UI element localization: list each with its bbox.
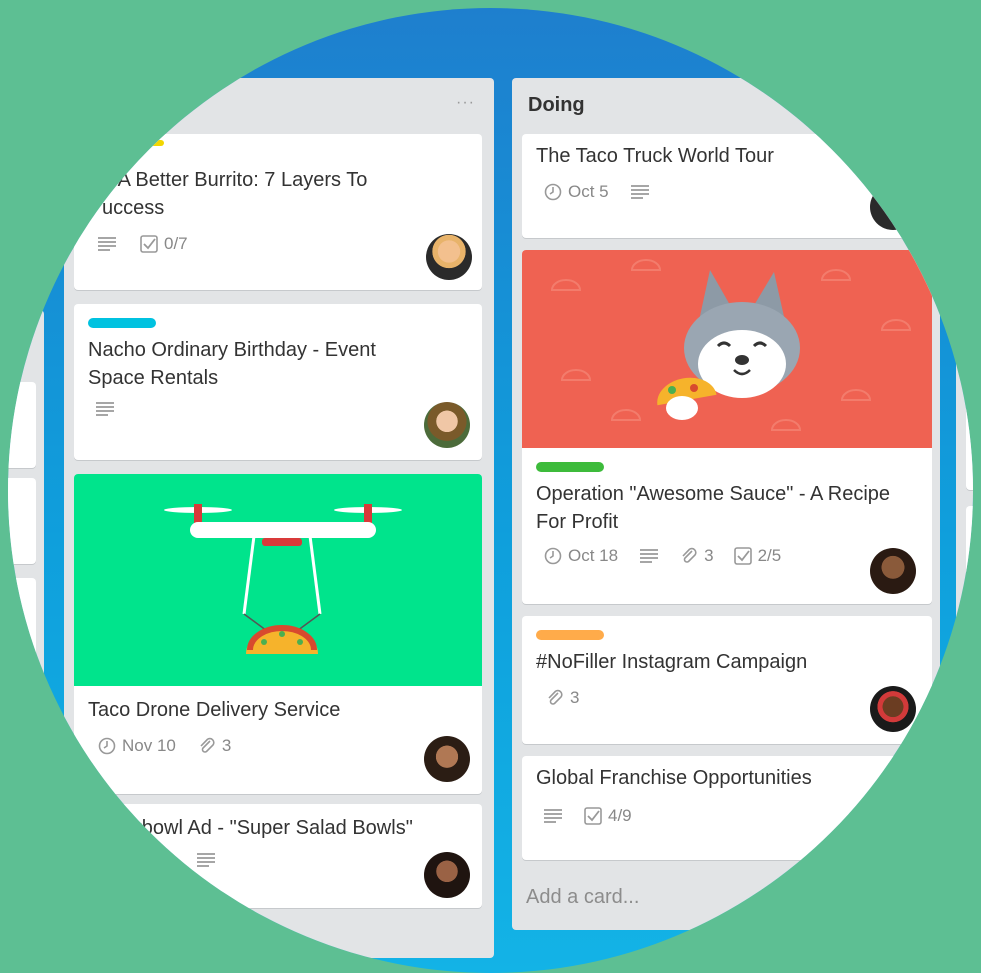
avatar[interactable] <box>870 548 916 594</box>
card-partial[interactable] <box>8 478 36 564</box>
list-doing: Doing The Taco Truck World Tour Oct 5 Op… <box>512 78 940 930</box>
description-icon <box>197 853 216 867</box>
avatar[interactable] <box>424 736 470 782</box>
card-title: erbowl Ad - "Super Salad Bowls" <box>124 817 413 839</box>
clock-icon <box>544 183 562 201</box>
attachment-icon <box>682 547 697 563</box>
card-burrito[interactable]: d A Better Burrito: 7 Layers To uccess 0… <box>74 134 482 290</box>
badges: 4/9 <box>544 806 632 826</box>
card-title: Taco Drone Delivery Service <box>88 699 341 721</box>
description-icon <box>630 185 649 199</box>
card-superbowl[interactable]: erbowl Ad - "Super Salad Bowls" 2 <box>74 804 482 908</box>
avatar[interactable] <box>870 184 916 230</box>
card-nacho[interactable]: Nacho Ordinary Birthday - Event Space Re… <box>74 304 482 460</box>
clock-icon <box>98 737 116 755</box>
card-title: Nacho Ordinary Birthday - Event Space Re… <box>88 339 376 389</box>
avatar[interactable] <box>424 402 470 448</box>
card-partial[interactable] <box>966 380 973 490</box>
avatar[interactable] <box>426 234 472 280</box>
card-title: Operation "Awesome Sauce" - A Recipe For… <box>536 483 891 533</box>
checklist-icon <box>584 807 602 825</box>
attachment-icon <box>200 737 215 753</box>
card-instagram[interactable]: #NoFiller Instagram Campaign 3 <box>522 616 932 744</box>
avatar[interactable] <box>424 852 470 898</box>
card-franchise[interactable]: Global Franchise Opportunities 4/9 <box>522 756 932 860</box>
add-card-button[interactable]: Add a card... <box>526 886 639 909</box>
description-icon <box>98 237 116 251</box>
label-orange <box>536 630 604 640</box>
drone-illustration <box>164 504 402 654</box>
card-partial[interactable] <box>8 578 36 664</box>
badges <box>96 402 114 416</box>
card-title: #NoFiller Instagram Campaign <box>536 651 808 673</box>
list-partial-left <box>8 310 44 870</box>
list-menu-icon[interactable]: ··· <box>456 94 475 112</box>
clock-icon <box>544 547 562 565</box>
card-title: Global Franchise Opportunities <box>536 767 812 789</box>
attachment-count: 3 <box>704 546 714 565</box>
card-world-tour[interactable]: The Taco Truck World Tour Oct 5 <box>522 134 932 238</box>
badges: 0/7 <box>98 234 188 254</box>
label-yellow <box>134 140 164 146</box>
description-icon <box>640 549 659 563</box>
list-title[interactable]: Doing <box>528 94 585 117</box>
husky-illustration <box>550 259 912 431</box>
card-cover-husky <box>522 250 932 448</box>
label-green <box>536 462 604 472</box>
due-date: 2 <box>166 850 176 869</box>
due-date: Nov 10 <box>122 736 176 755</box>
card-sauce[interactable]: Operation "Awesome Sauce" - A Recipe For… <box>522 250 932 604</box>
badges: Oct 18 3 2/5 <box>544 546 781 566</box>
attachment-count: 3 <box>221 736 232 755</box>
board-viewport: ··· d A Better Burrito: 7 Layers To ucce… <box>8 8 973 973</box>
attachment-count: 3 <box>570 688 580 707</box>
card-title: d A Better Burrito: 7 Layers To uccess <box>102 169 368 219</box>
checklist-icon <box>140 235 158 253</box>
badges: Nov 10 3 <box>98 736 231 756</box>
checklist-icon <box>733 547 752 565</box>
checklist-count: 0/7 <box>164 234 188 253</box>
checklist-count: 4/9 <box>608 806 632 825</box>
board: ··· d A Better Burrito: 7 Layers To ucce… <box>8 8 973 958</box>
card-partial[interactable] <box>8 382 36 468</box>
due-date: Oct 5 <box>568 182 609 201</box>
list-left: ··· d A Better Burrito: 7 Layers To ucce… <box>64 78 494 958</box>
description-icon <box>544 809 562 823</box>
card-drone[interactable]: Taco Drone Delivery Service Nov 10 3 <box>74 474 482 794</box>
avatar[interactable] <box>870 686 916 732</box>
badges: Oct 5 <box>544 182 649 202</box>
badges: 2 <box>166 850 216 870</box>
card-partial[interactable] <box>966 506 973 616</box>
attachment-icon <box>548 689 563 705</box>
description-icon <box>96 402 114 416</box>
due-date: Oct 18 <box>568 546 619 565</box>
card-cover-drone <box>74 474 482 686</box>
card-title: The Taco Truck World Tour <box>536 145 774 167</box>
label-blue <box>88 318 156 328</box>
checklist-count: 2/5 <box>757 546 782 565</box>
badges: 3 <box>546 688 579 708</box>
list-partial-right <box>956 320 973 640</box>
